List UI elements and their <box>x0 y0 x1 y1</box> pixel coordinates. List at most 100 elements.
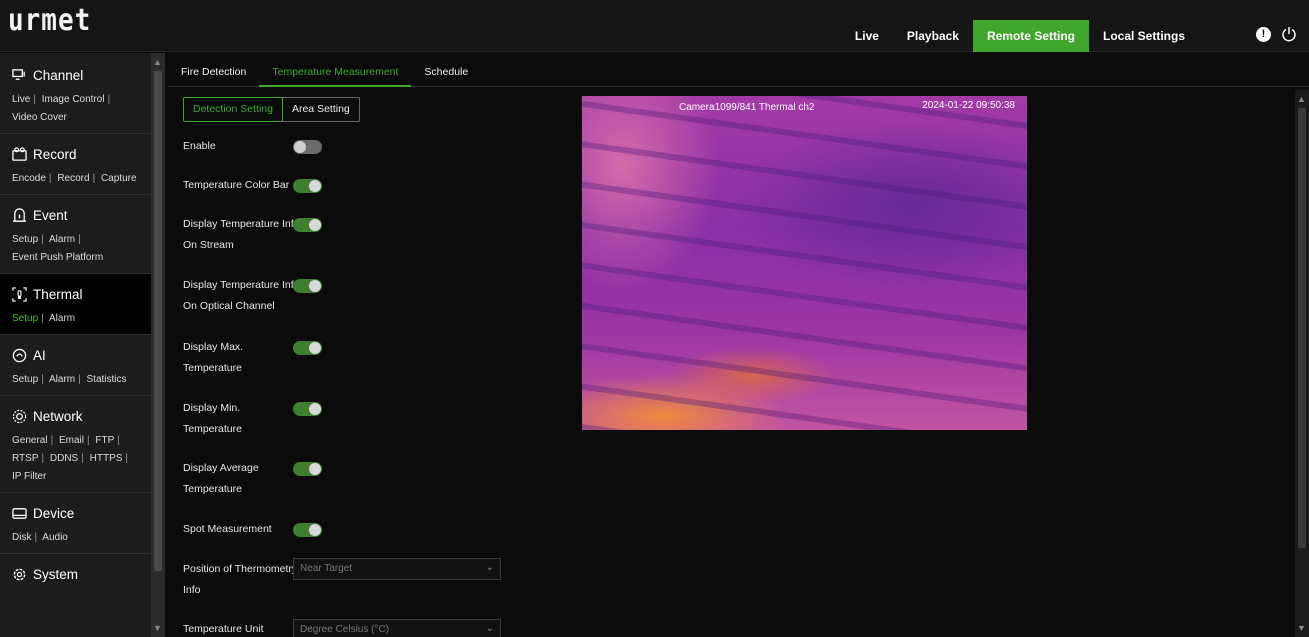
sidebar-title-event: Event <box>33 207 68 223</box>
scroll-up-icon[interactable]: ▲ <box>1297 94 1306 104</box>
scroll-up-icon[interactable]: ▲ <box>153 57 162 67</box>
select-position-thermometry[interactable]: Near Target ⌄ <box>293 558 501 580</box>
sidebar-title-device: Device <box>33 505 75 521</box>
toggle-temp-info-stream[interactable] <box>293 218 322 232</box>
link-ai-setup[interactable]: Setup <box>12 374 38 385</box>
link-ftp[interactable]: FTP <box>95 435 114 446</box>
scroll-down-icon[interactable]: ▼ <box>1297 623 1306 633</box>
label-temp-info-stream-line1: Display Temperature Info <box>183 218 300 230</box>
toggle-display-max[interactable] <box>293 341 322 355</box>
label-display-min: Display Min. Temperature <box>183 398 242 440</box>
select-temperature-unit[interactable]: Degree Celsius (°C) ⌄ <box>293 619 501 637</box>
thermal-video-preview[interactable]: Camera1099/841 Thermal ch2 2024-01-22 09… <box>582 96 1027 430</box>
link-ai-alarm[interactable]: Alarm <box>49 374 75 385</box>
link-https[interactable]: HTTPS <box>90 453 123 464</box>
toggle-spot-measurement[interactable] <box>293 523 322 537</box>
label-position-line1: Position of Thermometry <box>183 563 298 575</box>
label-display-max-line1: Display Max. <box>183 341 244 353</box>
toggle-color-bar[interactable] <box>293 179 322 193</box>
link-email[interactable]: Email <box>59 435 84 446</box>
link-thermal-setup[interactable]: Setup <box>12 313 38 324</box>
sidebar-item-system[interactable]: System <box>12 560 151 588</box>
toggle-display-average[interactable] <box>293 462 322 476</box>
link-general[interactable]: General <box>12 435 48 446</box>
alert-icon[interactable]: ! <box>1256 26 1271 42</box>
link-capture[interactable]: Capture <box>101 173 137 184</box>
nav-playback[interactable]: Playback <box>893 20 973 52</box>
link-ip-filter[interactable]: IP Filter <box>12 471 46 482</box>
nav-local-settings[interactable]: Local Settings <box>1089 20 1213 52</box>
sidebar-section-channel: Channel Live | Image Control | Video Cover <box>0 53 151 134</box>
tab-temperature-measurement[interactable]: Temperature Measurement <box>259 61 412 87</box>
sidebar-item-ai[interactable]: AI <box>12 341 151 369</box>
sidebar-links-ai: Setup | Alarm | Statistics <box>12 374 127 385</box>
sidebar-item-channel[interactable]: Channel <box>12 61 151 89</box>
nav-remote-setting[interactable]: Remote Setting <box>972 20 1089 52</box>
link-live[interactable]: Live <box>12 94 30 105</box>
power-icon[interactable] <box>1281 26 1297 42</box>
subtab-area-setting[interactable]: Area Setting <box>282 97 360 122</box>
label-temp-info-stream: Display Temperature Info On Stream <box>183 214 300 256</box>
sidebar-links-channel: Live | Image Control | Video Cover <box>12 94 111 123</box>
sidebar-item-event[interactable]: Event <box>12 201 151 229</box>
toggle-display-min[interactable] <box>293 402 322 416</box>
sidebar-section-ai: AI Setup | Alarm | Statistics <box>0 335 151 396</box>
link-rtsp[interactable]: RTSP <box>12 453 39 464</box>
select-position-value: Near Target <box>300 563 353 574</box>
camera-label: Camera1099/841 Thermal ch2 <box>679 102 815 113</box>
link-image-control[interactable]: Image Control <box>42 94 105 105</box>
sidebar-item-device[interactable]: Device <box>12 499 151 527</box>
label-display-max-line2: Temperature <box>183 362 242 374</box>
label-display-average: Display Average Temperature <box>183 458 259 500</box>
sidebar-links-event: Setup | Alarm | Event Push Platform <box>12 234 104 263</box>
scroll-down-icon[interactable]: ▼ <box>153 623 162 633</box>
sidebar-scrollbar[interactable]: ▲ ▼ <box>151 53 165 637</box>
sidebar-title-ai: AI <box>33 347 46 363</box>
label-temp-info-stream-line2: On Stream <box>183 239 234 251</box>
sidebar-links-network: General | Email | FTP | RTSP | DDNS | HTTPS | … <box>12 435 129 482</box>
label-spot-measurement: Spot Measurement <box>183 523 272 535</box>
sidebar: Channel Live | Image Control | Video Cover… <box>0 53 151 637</box>
subtab-detection-setting[interactable]: Detection Setting <box>183 97 283 122</box>
sidebar-title-thermal: Thermal <box>33 286 83 302</box>
top-icons: ! <box>1256 26 1297 42</box>
link-event-alarm[interactable]: Alarm <box>49 234 75 245</box>
label-color-bar: Temperature Color Bar <box>183 179 290 191</box>
nav-live[interactable]: Live <box>841 20 893 52</box>
label-display-average-line2: Temperature <box>183 483 242 495</box>
sub-tabs: Detection Setting Area Setting <box>183 97 360 122</box>
link-encode[interactable]: Encode <box>12 173 46 184</box>
label-display-average-line1: Display Average <box>183 462 259 474</box>
sidebar-title-network: Network <box>33 408 83 424</box>
sidebar-scroll-thumb[interactable] <box>154 71 162 571</box>
link-audio[interactable]: Audio <box>42 532 68 543</box>
toggle-enable[interactable] <box>293 140 322 154</box>
sidebar-title-record: Record <box>33 146 77 162</box>
sidebar-section-event: Event Setup | Alarm | Event Push Platform <box>0 195 151 274</box>
link-event-setup[interactable]: Setup <box>12 234 38 245</box>
gear-icon <box>13 568 26 580</box>
label-temp-info-optical: Display Temperature Info On Optical Chan… <box>183 275 300 317</box>
link-ddns[interactable]: DDNS <box>50 453 78 464</box>
sidebar-item-record[interactable]: Record <box>12 140 151 168</box>
device-icon <box>12 507 27 519</box>
ai-icon <box>12 348 27 362</box>
link-video-cover[interactable]: Video Cover <box>12 112 67 123</box>
select-unit-value: Degree Celsius (°C) <box>300 624 390 635</box>
link-disk[interactable]: Disk <box>12 532 31 543</box>
link-event-push-platform[interactable]: Event Push Platform <box>12 252 103 263</box>
sidebar-item-network[interactable]: Network <box>12 402 151 430</box>
sidebar-links-record: Encode | Record | Capture <box>12 173 137 184</box>
sidebar-section-thermal: Thermal Setup | Alarm <box>0 274 151 335</box>
link-ai-statistics[interactable]: Statistics <box>87 374 127 385</box>
network-icon <box>12 409 27 423</box>
main-scrollbar[interactable]: ▲ ▼ <box>1295 90 1309 637</box>
tab-schedule[interactable]: Schedule <box>411 61 481 87</box>
label-temp-info-optical-line2: On Optical Channel <box>183 300 275 312</box>
main-scroll-thumb[interactable] <box>1298 108 1306 548</box>
tab-fire-detection[interactable]: Fire Detection <box>168 61 259 87</box>
sidebar-item-thermal[interactable]: Thermal <box>12 280 151 308</box>
link-thermal-alarm[interactable]: Alarm <box>49 313 75 324</box>
toggle-temp-info-optical[interactable] <box>293 279 322 293</box>
link-record[interactable]: Record <box>57 173 89 184</box>
